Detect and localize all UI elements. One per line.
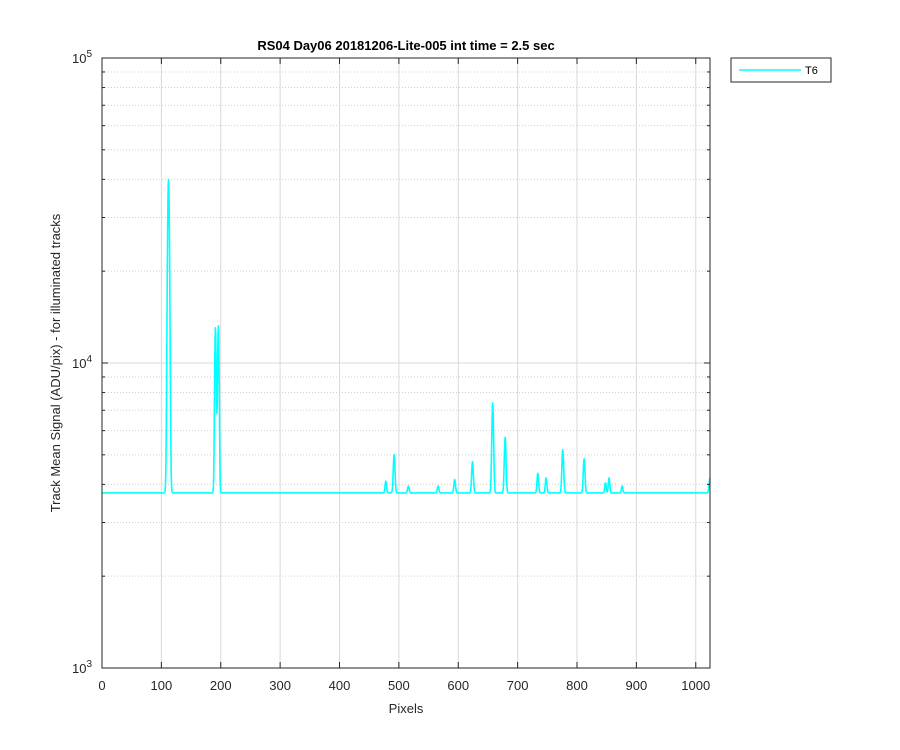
x-axis-label: Pixels xyxy=(389,701,424,716)
chart-title: RS04 Day06 20181206-Lite-005 int time = … xyxy=(257,38,554,53)
x-tick-label: 700 xyxy=(507,678,529,693)
legend: T6 xyxy=(730,57,832,83)
x-tick-label: 600 xyxy=(447,678,469,693)
y-axis-label: Track Mean Signal (ADU/pix) - for illumi… xyxy=(48,213,63,512)
x-tick-label: 900 xyxy=(626,678,648,693)
x-tick-label: 100 xyxy=(151,678,173,693)
x-tick-label: 500 xyxy=(388,678,410,693)
x-tick-label: 300 xyxy=(269,678,291,693)
chart: 0 100 200 300 400 500 600 700 800 900 100010310410… xyxy=(0,0,900,750)
x-tick-label: 800 xyxy=(566,678,588,693)
x-tick-label: 400 xyxy=(329,678,351,693)
x-tick-label: 200 xyxy=(210,678,232,693)
x-tick-label: 0 xyxy=(98,678,105,693)
x-tick-label: 1000 xyxy=(681,678,710,693)
legend-label-T6: T6 xyxy=(805,65,818,77)
